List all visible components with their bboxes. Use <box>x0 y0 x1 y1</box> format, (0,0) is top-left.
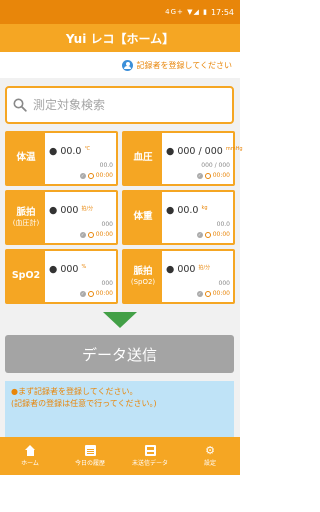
tab-settings[interactable]: ⚙ 設定 <box>180 437 240 475</box>
search-icon <box>13 98 27 112</box>
notice-line-1: ●まず記録者を登録してください。 <box>11 387 138 396</box>
card-label: 体重 <box>124 192 162 243</box>
card-value: ● 000 拍/分 <box>166 264 211 275</box>
card-label: SpO2 <box>7 251 45 302</box>
card-value: ● 00.0 kg <box>166 205 208 216</box>
card-body-temperature[interactable]: 体温 ● 00.0 ℃ 00.0 ✓ 00:00 <box>5 131 118 186</box>
inbox-icon <box>144 445 156 456</box>
card-label: 体温 <box>7 133 45 184</box>
card-label: 脈拍 (血圧計) <box>7 192 45 243</box>
card-value: ● 00.0 ℃ <box>49 146 91 157</box>
check-icon: ✓ <box>196 172 203 179</box>
tab-home[interactable]: ホーム <box>0 437 60 475</box>
tab-unsent-data[interactable]: 未送信データ <box>120 437 180 475</box>
card-time: ✓ 00:00 <box>196 231 230 238</box>
search-input[interactable] <box>33 98 223 112</box>
card-value: ● 000 % <box>49 264 87 275</box>
user-icon <box>122 59 134 71</box>
down-arrow-icon <box>103 312 137 328</box>
home-icon <box>24 445 36 456</box>
register-text: 記録者を登録してください <box>136 60 232 70</box>
card-label: 血圧 <box>124 133 162 184</box>
signal-icon: 4G+ ▼◢ ▮ <box>165 8 208 16</box>
card-label: 脈拍 (SpO2) <box>124 251 162 302</box>
card-pulse-spo2[interactable]: 脈拍 (SpO2) ● 000 拍/分 000 ✓ 00:00 <box>122 249 235 304</box>
clock-icon <box>87 290 94 297</box>
tab-today-history[interactable]: 今日の履歴 <box>60 437 120 475</box>
register-recorder-link[interactable]: 記録者を登録してください <box>0 52 240 78</box>
card-value: ● 000 / 000 mmHg <box>166 146 243 157</box>
system-nav-area <box>0 475 240 512</box>
check-icon: ✓ <box>196 290 203 297</box>
card-blood-pressure[interactable]: 血圧 ● 000 / 000 mmHg 000 / 000 ✓ 00:00 <box>122 131 243 186</box>
check-icon: ✓ <box>79 172 86 179</box>
card-weight[interactable]: 体重 ● 00.0 kg 00.0 ✓ 00:00 <box>122 190 235 245</box>
card-previous-value: 000 <box>101 221 113 228</box>
clock-icon <box>204 290 211 297</box>
clock-icon <box>87 231 94 238</box>
search-box[interactable] <box>5 86 234 124</box>
status-time: 17:54 <box>210 7 234 17</box>
check-icon: ✓ <box>79 231 86 238</box>
card-time: ✓ 00:00 <box>79 290 113 297</box>
card-previous-value: 000 <box>218 280 230 287</box>
clock-icon <box>204 231 211 238</box>
card-time: ✓ 00:00 <box>196 172 230 179</box>
card-previous-value: 000 / 000 <box>201 162 230 169</box>
bottom-tab-bar: ホーム 今日の履歴 未送信データ ⚙ 設定 <box>0 437 240 475</box>
card-value: ● 000 拍/分 <box>49 205 94 216</box>
gear-icon: ⚙ <box>205 444 215 457</box>
card-spo2[interactable]: SpO2 ● 000 % 000 ✓ 00:00 <box>5 249 118 304</box>
page-title: Yui レコ【ホーム】 <box>65 31 175 46</box>
send-data-button[interactable]: データ送信 <box>5 335 234 373</box>
card-pulse-bp[interactable]: 脈拍 (血圧計) ● 000 拍/分 000 ✓ 00:00 <box>5 190 118 245</box>
card-time: ✓ 00:00 <box>79 231 113 238</box>
clipboard-icon <box>84 445 96 456</box>
notice-line-2: (記録者の登録は任意で行ってください。) <box>11 398 157 408</box>
card-previous-value: 00.0 <box>216 221 230 228</box>
check-icon: ✓ <box>79 290 86 297</box>
clock-icon <box>204 172 211 179</box>
status-bar: 4G+ ▼◢ ▮ 17:54 <box>0 0 240 24</box>
notice-box: ●まず記録者を登録してください。 (記録者の登録は任意で行ってください。) <box>5 381 234 437</box>
card-time: ✓ 00:00 <box>196 290 230 297</box>
card-previous-value: 000 <box>101 280 113 287</box>
clock-icon <box>87 172 94 179</box>
card-previous-value: 00.0 <box>99 162 113 169</box>
app-bar: Yui レコ【ホーム】 <box>0 24 240 52</box>
check-icon: ✓ <box>196 231 203 238</box>
card-time: ✓ 00:00 <box>79 172 113 179</box>
